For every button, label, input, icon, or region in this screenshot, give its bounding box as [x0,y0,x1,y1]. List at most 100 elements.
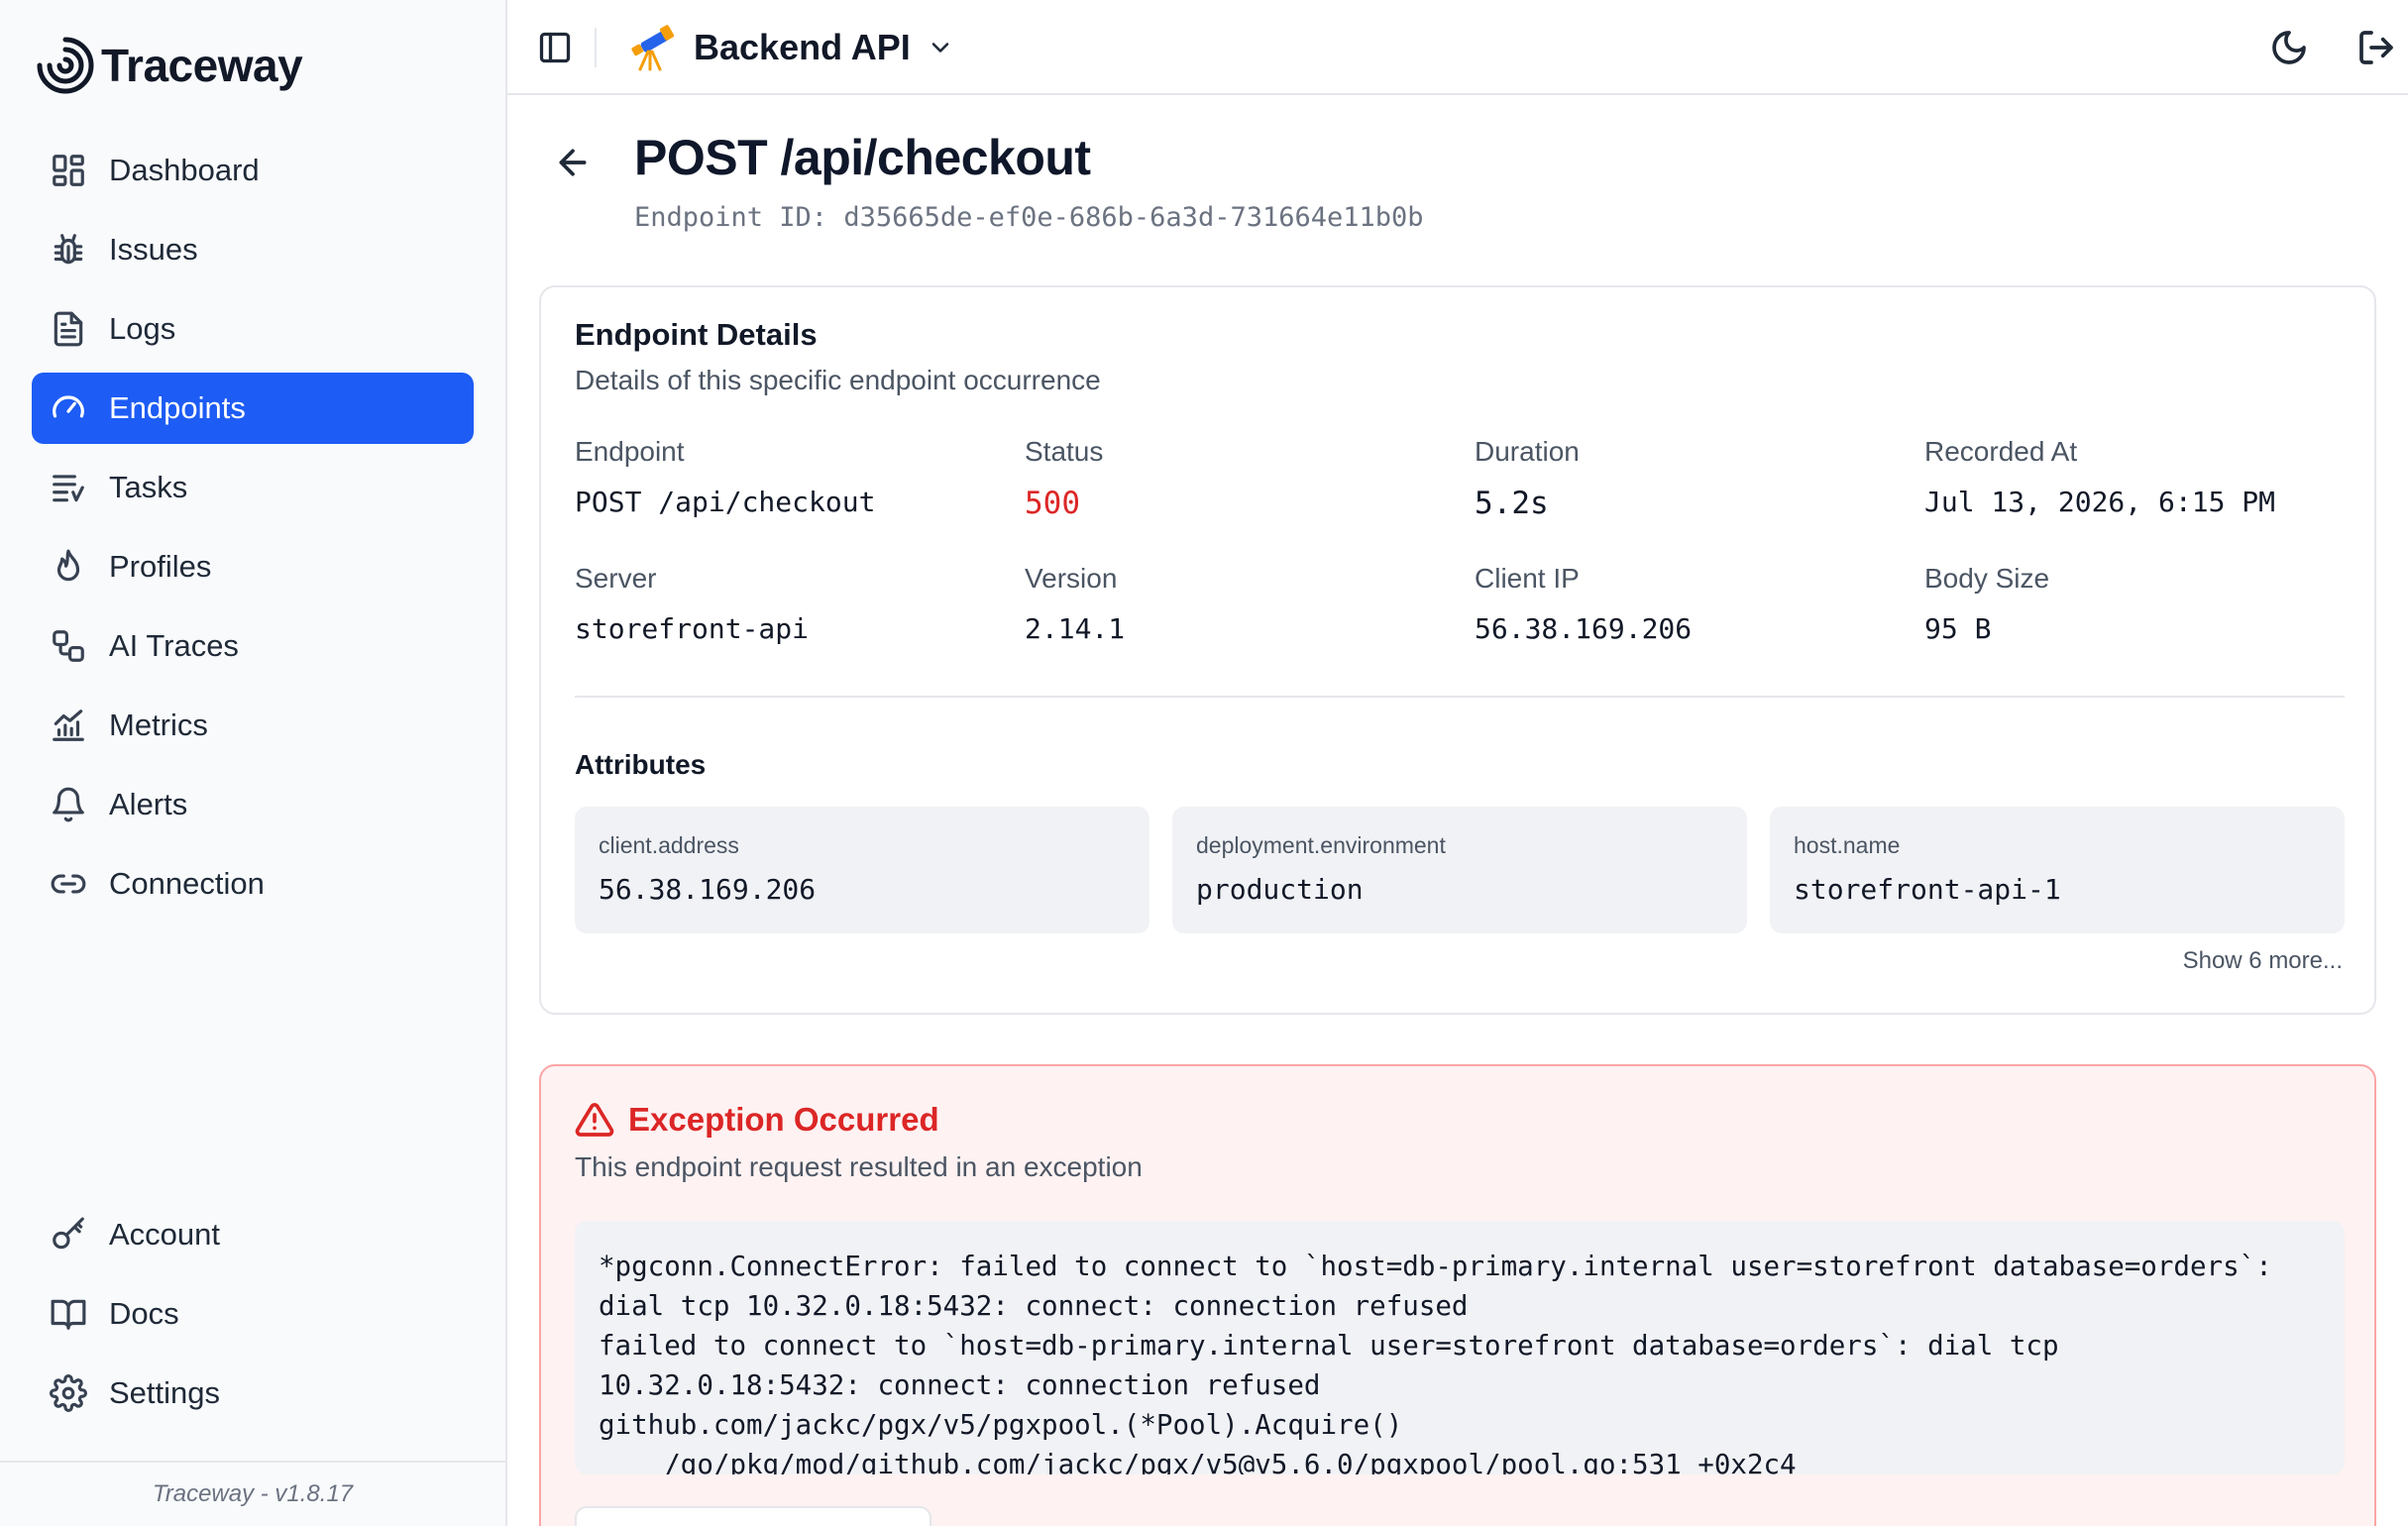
attribute-value: storefront-api-1 [1794,873,2061,906]
field-label: Endpoint [575,436,685,467]
field-value: 5.2s [1475,486,1549,521]
field-value: Jul 13, 2026, 6:15 PM [1924,486,2276,518]
sidebar-item-dashboard[interactable]: Dashboard [32,135,474,206]
stack-trace-box[interactable]: *pgconn.ConnectError: failed to connect … [575,1221,2345,1474]
sidebar-item-issues[interactable]: Issues [32,214,474,285]
exception-header: Exception Occurred [575,1100,939,1140]
file-text-icon [50,310,87,348]
attribute-key: client.address [599,832,739,858]
sidebar-item-label: Settings [109,1375,221,1410]
card-title: Endpoint Details [575,317,818,352]
sidebar-item-label: Issues [109,232,198,267]
attribute-key: host.name [1794,832,1901,858]
logout-icon[interactable] [2356,28,2396,67]
warning-triangle-icon [575,1103,614,1137]
field-value: 95 B [1924,612,1992,645]
gear-icon [50,1374,87,1412]
traceway-logo-icon [37,37,94,94]
sidebar-item-docs[interactable]: Docs [32,1278,474,1350]
exception-card: Exception Occurred This endpoint request… [539,1064,2376,1526]
sidebar-item-metrics[interactable]: Metrics [32,690,474,761]
chevron-down-icon [931,43,949,53]
field-value: storefront-api [575,612,810,645]
app-logo[interactable]: Traceway [34,34,303,97]
sidebar-item-label: Logs [109,311,176,346]
sidebar-item-label: AI Traces [109,628,239,663]
sidebar-item-connection[interactable]: Connection [32,848,474,920]
exception-action-button[interactable] [575,1506,931,1526]
sidebar-item-ai-traces[interactable]: AI Traces [32,610,474,682]
sidebar-item-account[interactable]: Account [32,1199,474,1270]
sidebar-item-alerts[interactable]: Alerts [32,769,474,840]
sidebar-item-label: Endpoints [109,390,246,425]
sidebar-item-endpoints[interactable]: Endpoints [32,373,474,444]
field-recorded-at: Recorded At Jul 13, 2026, 6:15 PM [1924,436,2360,518]
topbar: Backend API [507,0,2408,95]
sidebar-item-label: Profiles [109,549,212,584]
endpoint-id: Endpoint ID: d35665de-ef0e-686b-6a3d-731… [634,202,1424,233]
sidebar-item-label: Docs [109,1296,179,1331]
stack-trace-text: *pgconn.ConnectError: failed to connect … [599,1251,2272,1474]
sidebar-item-label: Connection [109,866,265,901]
field-body-size: Body Size 95 B [1924,563,2360,645]
main-content: POST /api/checkout Endpoint ID: d35665de… [507,95,2408,1526]
sidebar-item-label: Metrics [109,708,208,742]
bar-chart-icon [50,707,87,744]
bell-icon [50,786,87,823]
exception-title: Exception Occurred [628,1101,939,1138]
list-tasks-icon [50,469,87,506]
sidebar-item-tasks[interactable]: Tasks [32,452,474,523]
version-footer: Traceway - v1.8.17 [0,1461,505,1526]
workflow-icon [50,627,87,665]
attribute-item: deployment.environment production [1172,807,1747,933]
sidebar-item-profiles[interactable]: Profiles [32,531,474,602]
field-value: POST /api/checkout [575,486,876,518]
project-name: Backend API [694,27,911,67]
status-value: 500 [1025,486,1080,521]
field-client-ip: Client IP 56.38.169.206 [1475,563,1911,645]
field-status: Status 500 [1025,436,1461,521]
field-server: Server storefront-api [575,563,1011,645]
field-label: Duration [1475,436,1580,467]
page-title: POST /api/checkout [634,130,1091,185]
key-icon [50,1216,87,1254]
attribute-key: deployment.environment [1196,832,1446,858]
link-icon [50,865,87,903]
sidebar-item-settings[interactable]: Settings [32,1358,474,1429]
sidebar-item-logs[interactable]: Logs [32,293,474,365]
field-value: 2.14.1 [1025,612,1126,645]
sidebar-toggle-icon[interactable] [537,30,573,65]
gauge-icon [50,389,87,427]
card-description: Details of this specific endpoint occurr… [575,365,1101,395]
sidebar-item-label: Alerts [109,787,188,821]
sidebar-bottom-nav: Account Docs Settings [32,1199,474,1437]
field-label: Server [575,563,657,594]
exception-description: This endpoint request resulted in an exc… [575,1151,1143,1182]
moon-icon[interactable] [2269,28,2309,67]
show-more-link[interactable]: Show 6 more... [2183,947,2343,975]
attribute-item: host.name storefront-api-1 [1770,807,2345,933]
field-label: Client IP [1475,563,1580,594]
app-name: Traceway [101,40,303,91]
dashboard-icon [50,152,87,189]
book-icon [50,1295,87,1333]
field-label: Status [1025,436,1104,467]
telescope-icon [631,25,675,71]
field-value: 56.38.169.206 [1475,612,1693,645]
sidebar-item-label: Account [109,1217,221,1252]
sidebar-nav: Dashboard Issues Logs Endpoints Tasks Pr… [32,135,474,927]
attribute-value: production [1196,873,1364,906]
back-arrow-icon[interactable] [553,143,593,182]
flame-icon [50,548,87,586]
field-label: Body Size [1924,563,2050,594]
sidebar-item-label: Tasks [109,470,188,504]
attribute-value: 56.38.169.206 [599,873,817,906]
field-label: Recorded At [1924,436,2078,467]
project-selector[interactable]: Backend API [626,20,954,75]
attribute-item: client.address 56.38.169.206 [575,807,1149,933]
field-endpoint: Endpoint POST /api/checkout [575,436,1011,518]
sidebar: Traceway Dashboard Issues Logs Endpoints… [0,0,507,1526]
field-version: Version 2.14.1 [1025,563,1461,645]
field-duration: Duration 5.2s [1475,436,1911,521]
sidebar-item-label: Dashboard [109,153,260,187]
